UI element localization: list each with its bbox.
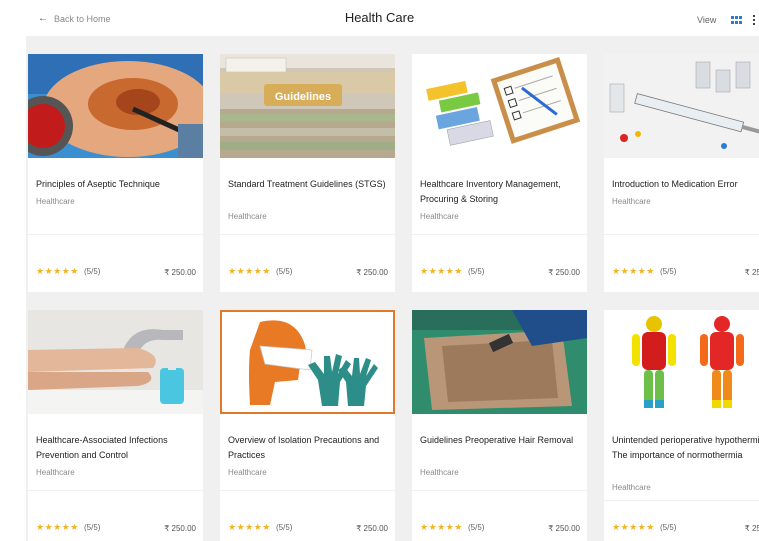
rating-stars-icon: ★★★★★ bbox=[420, 266, 463, 276]
card-divider bbox=[220, 490, 395, 491]
course-price: ₹ 250.00 bbox=[548, 268, 580, 277]
course-category: Healthcare bbox=[420, 468, 459, 477]
rating-value: (5/5) bbox=[276, 523, 293, 532]
rating-value: (5/5) bbox=[468, 267, 485, 276]
rating-stars-icon: ★★★★★ bbox=[420, 522, 463, 532]
course-grid: Principles of Aseptic Technique Healthca… bbox=[26, 36, 759, 541]
guidelines-image-text: Guidelines bbox=[275, 91, 331, 103]
card-divider bbox=[28, 490, 203, 491]
rating-stars-icon: ★★★★★ bbox=[36, 522, 79, 532]
card-divider bbox=[604, 234, 759, 235]
course-category: Healthcare bbox=[612, 483, 651, 492]
course-title[interactable]: Introduction to Medication Error bbox=[612, 177, 759, 192]
course-price: ₹ 250.00 bbox=[356, 268, 388, 277]
card-footer: ★★★★★ (5/5) ₹ 250.00 bbox=[420, 522, 580, 534]
rating-value: (5/5) bbox=[84, 523, 101, 532]
rating-value: (5/5) bbox=[276, 267, 293, 276]
card-divider bbox=[412, 234, 587, 235]
card-divider bbox=[412, 490, 587, 491]
course-category: Healthcare bbox=[228, 212, 267, 221]
course-card[interactable]: Guidelines Preoperative Hair Removal Hea… bbox=[412, 310, 587, 541]
course-image-medication bbox=[604, 54, 759, 158]
card-footer: ★★★★★ (5/5) ₹ 250.00 bbox=[228, 522, 388, 534]
card-footer: ★★★★★ (5/5) ₹ 250.00 bbox=[228, 266, 388, 278]
course-price: ₹ 250.00 bbox=[356, 524, 388, 533]
rating-stars-icon: ★★★★★ bbox=[228, 522, 271, 532]
rating-stars-icon: ★★★★★ bbox=[228, 266, 271, 276]
rating-stars-icon: ★★★★★ bbox=[36, 266, 79, 276]
course-category: Healthcare bbox=[612, 197, 651, 206]
course-title[interactable]: Principles of Aseptic Technique bbox=[36, 177, 198, 192]
course-image-aseptic bbox=[28, 54, 203, 158]
card-divider bbox=[604, 500, 759, 501]
rating-value: (5/5) bbox=[660, 267, 677, 276]
rating-value: (5/5) bbox=[660, 523, 677, 532]
course-card[interactable]: Overview of Isolation Precautions and Pr… bbox=[220, 310, 395, 541]
course-image-guidelines: Guidelines bbox=[220, 54, 395, 158]
course-price: ₹ 250.00 bbox=[548, 524, 580, 533]
course-title[interactable]: Guidelines Preoperative Hair Removal bbox=[420, 433, 582, 448]
course-card[interactable]: Healthcare Inventory Management, Procuri… bbox=[412, 54, 587, 292]
list-view-icon[interactable] bbox=[753, 15, 757, 25]
course-image-hair-removal bbox=[412, 310, 587, 414]
course-price: ₹ 250.0 bbox=[744, 268, 759, 277]
card-footer: ★★★★★ (5/5) ₹ 250.00 bbox=[36, 522, 196, 534]
course-image-hypothermia bbox=[604, 310, 759, 414]
course-card[interactable]: Healthcare-Associated Infections Prevent… bbox=[28, 310, 203, 541]
grid-view-icon[interactable] bbox=[731, 16, 742, 24]
course-category: Healthcare bbox=[36, 468, 75, 477]
course-title[interactable]: Standard Treatment Guidelines (STGS) bbox=[228, 177, 390, 192]
course-title[interactable]: Unintended perioperative hypothermia-The… bbox=[612, 433, 759, 463]
top-bar: ← Back to Home Health Care View bbox=[0, 0, 759, 36]
course-category: Healthcare bbox=[228, 468, 267, 477]
page-title: Health Care bbox=[344, 10, 415, 25]
card-footer: ★★★★★ (5/5) ₹ 250.00 bbox=[420, 266, 580, 278]
card-footer: ★★★★★ (5/5) ₹ 250.0 bbox=[612, 522, 759, 534]
course-price: ₹ 250.00 bbox=[164, 268, 196, 277]
course-title[interactable]: Overview of Isolation Precautions and Pr… bbox=[228, 433, 390, 463]
rating-stars-icon: ★★★★★ bbox=[612, 522, 655, 532]
course-price: ₹ 250.0 bbox=[744, 524, 759, 533]
course-image-isolation bbox=[220, 310, 395, 414]
course-title[interactable]: Healthcare Inventory Management, Procuri… bbox=[420, 177, 582, 207]
course-card[interactable]: Introduction to Medication Error Healthc… bbox=[604, 54, 759, 292]
course-title[interactable]: Healthcare-Associated Infections Prevent… bbox=[36, 433, 198, 463]
course-image-handwashing bbox=[28, 310, 203, 414]
course-image-inventory bbox=[412, 54, 587, 158]
course-card[interactable]: Guidelines Standard Treatment Guidelines… bbox=[220, 54, 395, 292]
card-divider bbox=[28, 234, 203, 235]
view-label: View bbox=[697, 15, 717, 25]
course-category: Healthcare bbox=[36, 197, 75, 206]
course-card[interactable]: Principles of Aseptic Technique Healthca… bbox=[28, 54, 203, 292]
rating-value: (5/5) bbox=[468, 523, 485, 532]
rating-value: (5/5) bbox=[84, 267, 101, 276]
course-category: Healthcare bbox=[420, 212, 459, 221]
card-footer: ★★★★★ (5/5) ₹ 250.0 bbox=[612, 266, 759, 278]
card-footer: ★★★★★ (5/5) ₹ 250.00 bbox=[36, 266, 196, 278]
course-price: ₹ 250.00 bbox=[164, 524, 196, 533]
rating-stars-icon: ★★★★★ bbox=[612, 266, 655, 276]
course-card[interactable]: Unintended perioperative hypothermia-The… bbox=[604, 310, 759, 541]
card-divider bbox=[220, 234, 395, 235]
